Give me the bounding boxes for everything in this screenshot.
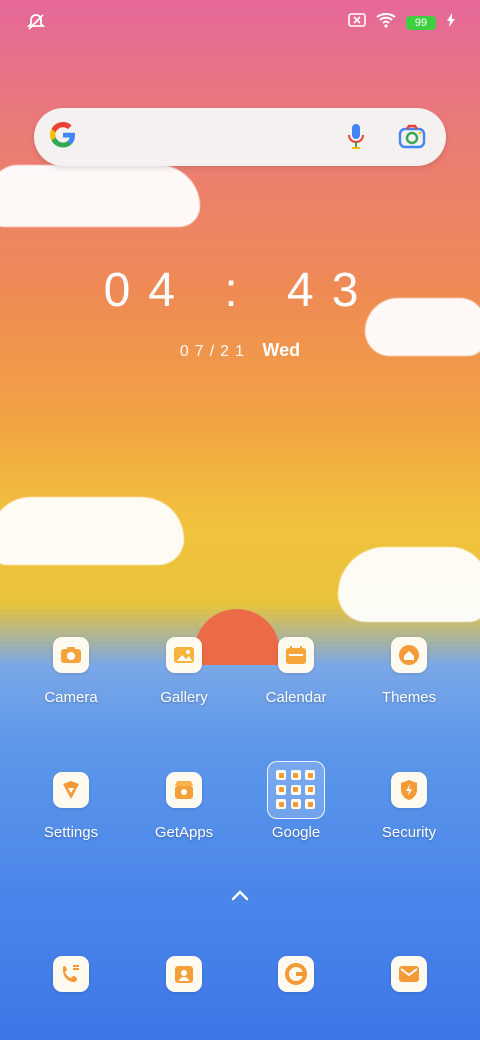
wifi-icon bbox=[376, 12, 396, 33]
google-folder-icon bbox=[267, 761, 325, 819]
google-logo-icon bbox=[48, 120, 78, 150]
folder-app-icon bbox=[290, 770, 301, 780]
app-label: Camera bbox=[44, 689, 98, 706]
app-camera[interactable]: Camera bbox=[21, 637, 121, 706]
cloud-mid-left bbox=[0, 497, 184, 565]
settings-icon bbox=[53, 772, 89, 808]
messages-icon bbox=[391, 956, 427, 992]
clock-date: 07/21 bbox=[179, 343, 250, 360]
google-search-widget[interactable] bbox=[34, 108, 446, 166]
folder-app-icon bbox=[290, 799, 301, 810]
folder-app-icon bbox=[276, 770, 286, 780]
gallery-icon bbox=[166, 637, 202, 673]
phone-icon bbox=[53, 956, 89, 992]
app-calendar[interactable]: Calendar bbox=[246, 637, 346, 706]
clock-date-row: 07/21 Wed bbox=[0, 340, 480, 361]
app-gallery[interactable]: Gallery bbox=[134, 637, 234, 706]
google-lens-icon[interactable] bbox=[398, 123, 426, 151]
battery-indicator: 99 bbox=[406, 15, 436, 30]
app-label: Themes bbox=[381, 689, 437, 706]
app-label: Security bbox=[381, 824, 437, 841]
app-google-folder[interactable]: Google bbox=[246, 761, 346, 841]
security-icon bbox=[391, 772, 427, 808]
sim-absent-icon bbox=[348, 13, 366, 32]
app-label: Calendar bbox=[265, 689, 327, 706]
dock-phone[interactable] bbox=[21, 956, 121, 992]
cloud-mid-right bbox=[338, 547, 480, 622]
folder-app-icon bbox=[276, 799, 286, 810]
app-security[interactable]: Security bbox=[359, 772, 459, 841]
app-settings[interactable]: Settings bbox=[21, 772, 121, 841]
dock-browser[interactable] bbox=[246, 956, 346, 992]
folder-app-icon bbox=[305, 784, 316, 795]
folder-app-icon bbox=[305, 770, 316, 780]
app-label: Google bbox=[271, 824, 321, 841]
app-themes[interactable]: Themes bbox=[359, 637, 459, 706]
app-getapps[interactable]: GetApps bbox=[134, 772, 234, 841]
do-not-disturb-icon bbox=[26, 12, 46, 32]
folder-app-icon bbox=[276, 784, 286, 795]
app-label: GetApps bbox=[154, 824, 214, 841]
camera-icon bbox=[53, 637, 89, 673]
calendar-icon bbox=[278, 637, 314, 673]
folder-app-icon bbox=[290, 784, 301, 795]
dock-contacts[interactable] bbox=[134, 956, 234, 992]
clock-time[interactable]: 04 : 43 bbox=[0, 263, 480, 318]
voice-search-icon[interactable] bbox=[346, 123, 366, 151]
themes-icon bbox=[391, 637, 427, 673]
charging-icon bbox=[446, 13, 456, 32]
status-bar: 99 bbox=[0, 0, 480, 44]
app-label: Gallery bbox=[160, 689, 208, 706]
cloud-top-left bbox=[0, 165, 200, 227]
dock-messages[interactable] bbox=[359, 956, 459, 992]
app-drawer-chevron-up-icon[interactable] bbox=[230, 888, 250, 902]
folder-app-icon bbox=[305, 799, 316, 810]
contacts-icon bbox=[166, 956, 202, 992]
battery-level: 99 bbox=[414, 16, 428, 29]
browser-icon bbox=[278, 956, 314, 992]
app-label: Settings bbox=[43, 824, 99, 841]
store-icon bbox=[166, 772, 202, 808]
clock-day: Wed bbox=[262, 340, 301, 360]
